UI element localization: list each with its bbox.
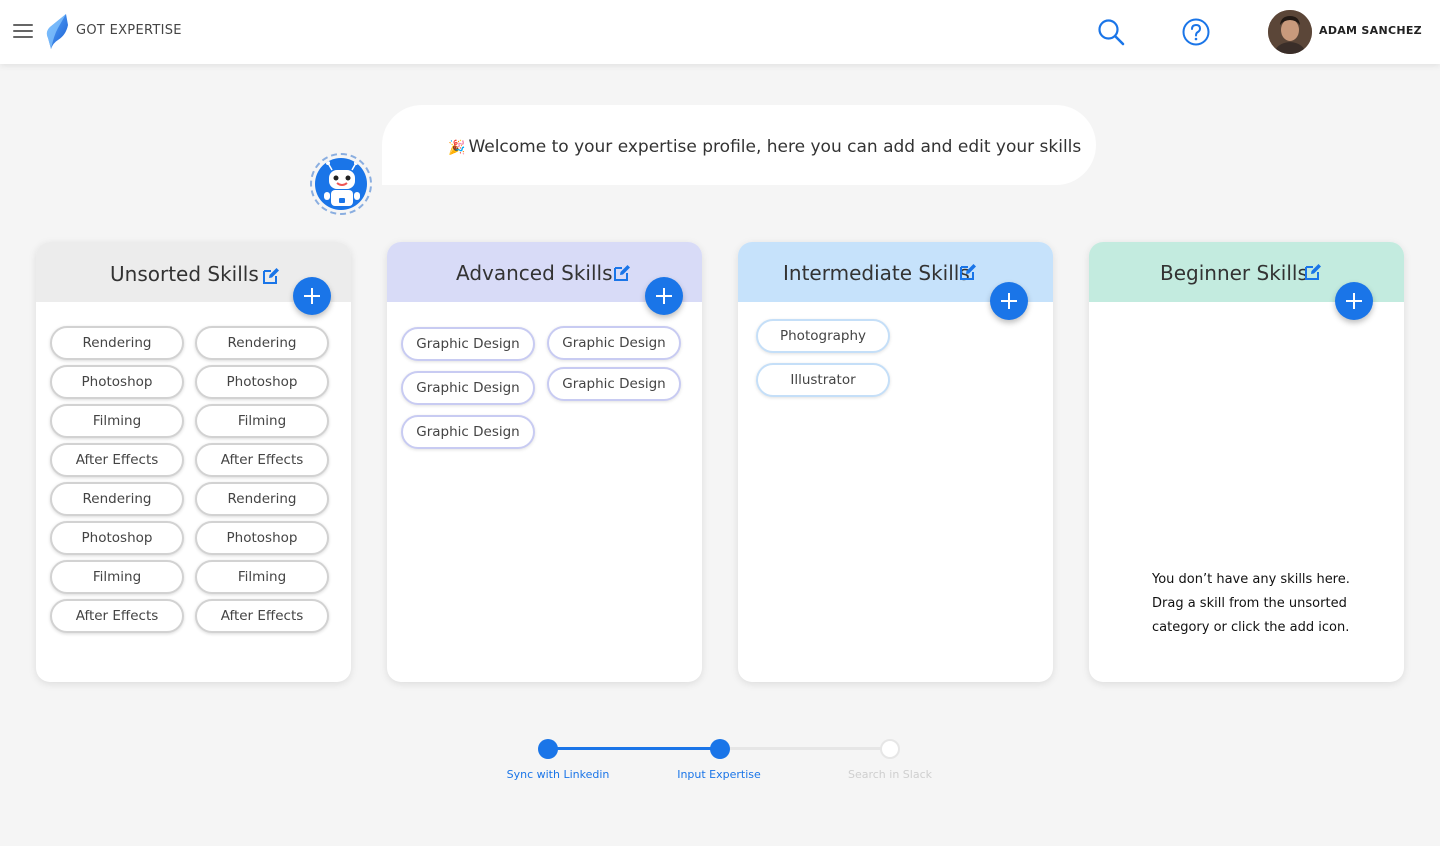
card-title: Advanced Skills <box>456 261 613 285</box>
advanced-skills-card: Advanced Skills Graphic Design Graphic D… <box>387 242 702 682</box>
step-connector <box>548 747 720 750</box>
skill-chip[interactable]: Photoshop <box>195 521 329 555</box>
welcome-bubble: 🎉 Welcome to your expertise profile, here… <box>382 105 1096 185</box>
skill-chip[interactable]: Rendering <box>50 326 184 360</box>
party-icon: 🎉 <box>448 140 466 156</box>
skill-chip[interactable]: Filming <box>50 404 184 438</box>
skill-chip[interactable]: Photoshop <box>50 521 184 555</box>
add-skill-button[interactable] <box>1335 282 1373 320</box>
skill-chip[interactable]: Rendering <box>195 326 329 360</box>
user-name: ADAM SANCHEZ <box>1319 24 1422 37</box>
skill-chip[interactable]: Photoshop <box>195 365 329 399</box>
step-dot-sync[interactable] <box>538 739 558 759</box>
edit-icon[interactable] <box>262 267 280 285</box>
step-label[interactable]: Search in Slack <box>820 768 960 781</box>
edit-icon[interactable] <box>959 263 977 281</box>
card-title: Intermediate Skills <box>783 261 970 285</box>
skill-chip[interactable]: Photoshop <box>50 365 184 399</box>
step-dot-input[interactable] <box>710 739 730 759</box>
step-dot-search[interactable] <box>880 739 900 759</box>
empty-state-message: You don’t have any skills here. Drag a s… <box>1152 572 1350 635</box>
skill-chip[interactable]: Filming <box>195 560 329 594</box>
top-bar: GOT EXPERTISE ADAM SANCHEZ <box>0 0 1440 64</box>
edit-icon[interactable] <box>1304 263 1322 281</box>
skill-chip[interactable]: Filming <box>50 560 184 594</box>
unsorted-skills-card: Unsorted Skills Rendering Rendering Phot… <box>36 242 351 682</box>
welcome-text: Welcome to your expertise profile, here … <box>468 137 1082 157</box>
logo-icon[interactable] <box>44 13 72 51</box>
card-title: Unsorted Skills <box>110 262 259 286</box>
skill-chip[interactable]: Graphic Design <box>401 371 535 405</box>
help-icon[interactable] <box>1182 18 1210 46</box>
add-skill-button[interactable] <box>293 277 331 315</box>
step-label[interactable]: Sync with Linkedin <box>488 768 628 781</box>
skill-chip[interactable]: Illustrator <box>756 363 890 397</box>
beginner-skills-card: Beginner Skills You don’t have any skill… <box>1089 242 1404 682</box>
skill-chip[interactable]: Photography <box>756 319 890 353</box>
step-label[interactable]: Input Expertise <box>649 768 789 781</box>
skill-chip[interactable]: Filming <box>195 404 329 438</box>
bot-avatar <box>310 153 372 215</box>
skill-chip[interactable]: Rendering <box>195 482 329 516</box>
skill-chip[interactable]: After Effects <box>195 443 329 477</box>
avatar[interactable] <box>1268 10 1312 54</box>
skill-chip[interactable]: After Effects <box>195 599 329 633</box>
skill-chip[interactable]: After Effects <box>50 443 184 477</box>
robot-icon <box>315 158 367 210</box>
skill-chip[interactable]: Graphic Design <box>547 367 681 401</box>
intermediate-skills-card: Intermediate Skills Photography Illustra… <box>738 242 1053 682</box>
skill-chip[interactable]: After Effects <box>50 599 184 633</box>
menu-icon[interactable] <box>13 24 33 40</box>
skill-chip[interactable]: Rendering <box>50 482 184 516</box>
skill-chip[interactable]: Graphic Design <box>547 326 681 360</box>
skill-chip[interactable]: Graphic Design <box>401 327 535 361</box>
step-connector <box>720 747 890 750</box>
skill-chip[interactable]: Graphic Design <box>401 415 535 449</box>
card-title: Beginner Skills <box>1160 261 1308 285</box>
add-skill-button[interactable] <box>645 277 683 315</box>
add-skill-button[interactable] <box>990 282 1028 320</box>
search-icon[interactable] <box>1097 18 1125 46</box>
welcome-message: 🎉 Welcome to your expertise profile, here… <box>448 137 1081 157</box>
edit-icon[interactable] <box>613 264 631 282</box>
app-title: GOT EXPERTISE <box>76 23 182 38</box>
